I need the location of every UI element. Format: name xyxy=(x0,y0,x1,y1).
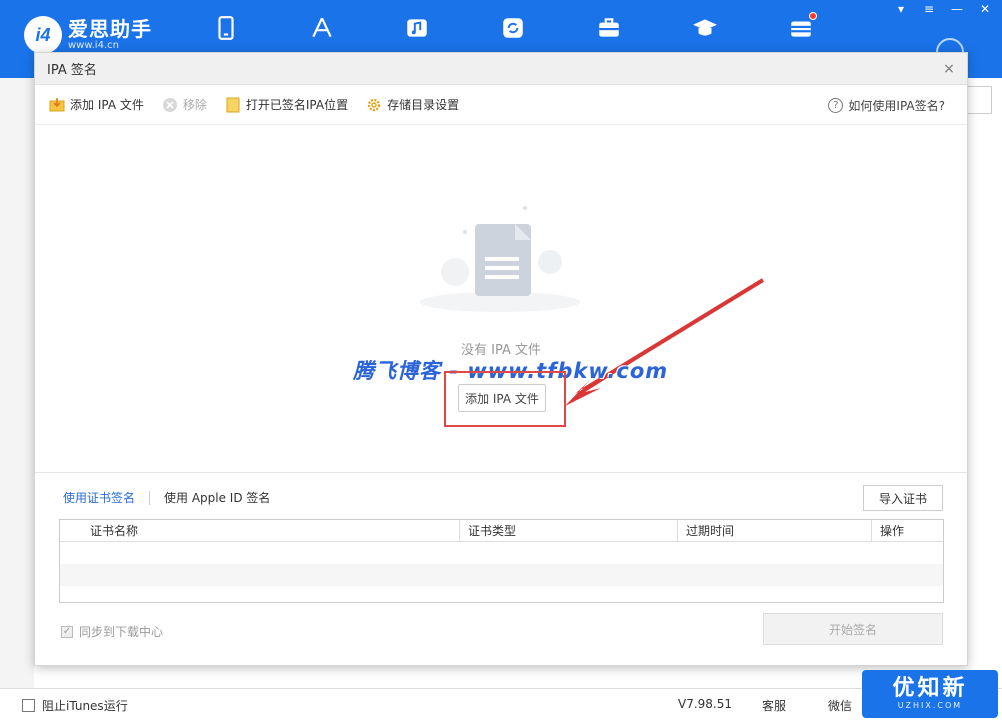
check-icon: ✓ xyxy=(61,625,73,638)
add-ipa-file-button[interactable]: 添加 IPA 文件 xyxy=(49,96,144,113)
app-site: www.i4.cn xyxy=(68,40,119,51)
col-action[interactable]: 操作 xyxy=(872,520,943,542)
dialog-toolbar: 添加 IPA 文件 移除 打开已签名IPA位置 存储目录设置 ? 如何使用IPA… xyxy=(35,85,967,125)
background-search-icon xyxy=(964,86,992,114)
dialog-title: IPA 签名 xyxy=(47,63,97,78)
app-logo: i4 爱思助手 www.i4.cn xyxy=(24,16,152,54)
folder-icon xyxy=(226,97,240,112)
question-icon: ? xyxy=(828,98,844,113)
appstore-icon[interactable] xyxy=(308,14,336,42)
window-controls: ▾ ≡ — ✕ xyxy=(892,2,994,16)
menu-icon[interactable]: ≡ xyxy=(920,2,938,16)
sign-method-tabs: 使用证书签名 使用 Apple ID 签名 xyxy=(63,489,270,506)
remove-icon xyxy=(162,97,177,112)
flash-icon[interactable] xyxy=(787,12,817,42)
site-watermark-badge: 优知新 UZHIX.COM xyxy=(862,670,998,718)
customer-service-link[interactable]: 客服 xyxy=(762,697,786,714)
skin-icon[interactable]: ▾ xyxy=(892,2,910,16)
import-cert-button[interactable]: 导入证书 xyxy=(863,485,943,511)
logo-mark: i4 xyxy=(24,16,62,54)
help-link[interactable]: ? 如何使用IPA签名? xyxy=(828,97,945,114)
add-file-icon xyxy=(49,97,65,111)
background-content xyxy=(0,78,34,688)
ipa-file-list-empty: 没有 IPA 文件 腾飞博客 - www.tfbkw.com 添加 IPA 文件 xyxy=(35,126,967,472)
minimize-icon[interactable]: — xyxy=(948,2,966,16)
block-itunes-checkbox[interactable]: 阻止iTunes运行 xyxy=(22,697,128,714)
red-arrow-annotation xyxy=(565,278,765,406)
ipa-sign-dialog: IPA 签名 × 添加 IPA 文件 移除 打开已签名IPA位置 存储目录设置 … xyxy=(34,52,968,666)
app-name: 爱思助手 xyxy=(68,17,152,41)
col-expiry[interactable]: 过期时间 xyxy=(678,520,872,542)
status-bar: 阻止iTunes运行 V7.98.51 客服 微信 xyxy=(0,688,1002,720)
version-label: V7.98.51 xyxy=(678,697,733,711)
start-sign-button[interactable]: 开始签名 xyxy=(763,613,943,645)
music-icon[interactable] xyxy=(403,14,431,42)
tutorial-icon[interactable] xyxy=(691,14,719,42)
cert-table: 证书名称 证书类型 过期时间 操作 xyxy=(59,519,944,603)
tab-cert-sign[interactable]: 使用证书签名 xyxy=(63,489,135,506)
sign-options-panel: 使用证书签名 使用 Apple ID 签名 导入证书 证书名称 证书类型 过期时… xyxy=(35,472,967,665)
add-ipa-file-center-button[interactable]: 添加 IPA 文件 xyxy=(458,384,546,412)
phone-icon[interactable] xyxy=(212,14,240,42)
dialog-titlebar: IPA 签名 × xyxy=(35,53,967,85)
col-cert-name[interactable]: 证书名称 xyxy=(60,520,460,542)
table-header: 证书名称 证书类型 过期时间 操作 xyxy=(60,520,943,542)
table-row xyxy=(60,564,943,586)
wechat-link[interactable]: 微信 xyxy=(828,697,852,714)
sync-download-center-checkbox[interactable]: ✓ 同步到下载中心 xyxy=(61,623,163,640)
dialog-close-icon[interactable]: × xyxy=(941,61,957,77)
col-cert-type[interactable]: 证书类型 xyxy=(460,520,678,542)
remove-button[interactable]: 移除 xyxy=(162,96,207,113)
storage-settings-button[interactable]: 存储目录设置 xyxy=(366,96,459,113)
sync-icon[interactable] xyxy=(499,14,527,42)
toolbox-icon[interactable] xyxy=(595,14,623,42)
close-window-icon[interactable]: ✕ xyxy=(976,2,994,16)
tab-appleid-sign[interactable]: 使用 Apple ID 签名 xyxy=(164,489,270,506)
gear-icon xyxy=(367,98,381,111)
open-signed-location-button[interactable]: 打开已签名IPA位置 xyxy=(225,96,348,113)
table-row xyxy=(60,542,943,564)
notification-dot xyxy=(809,12,817,20)
